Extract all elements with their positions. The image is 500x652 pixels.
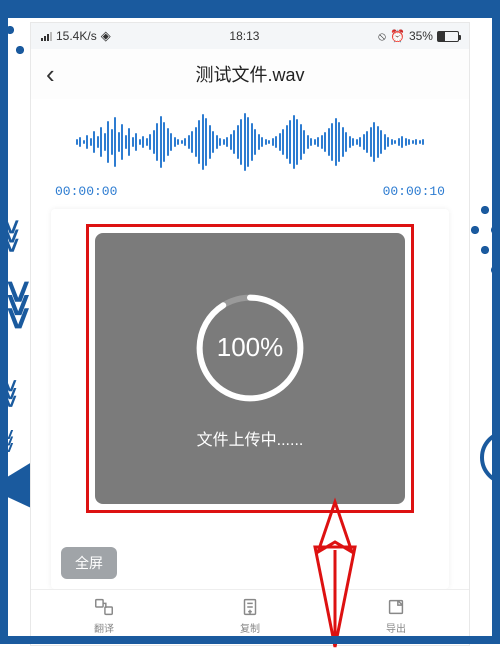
decorative-circle: [480, 430, 500, 485]
dnd-icon: ⦸: [378, 29, 386, 44]
transcript-card: 100% 文件上传中...... 全屏: [51, 209, 449, 589]
tab-label: 导出: [386, 620, 406, 635]
decorative-chevrons: >>>: [0, 219, 25, 247]
decorative-chevrons: >>>: [0, 379, 21, 403]
wifi-icon: ◈: [101, 28, 111, 44]
nav-bar: ‹ 测试文件.wav: [31, 49, 469, 99]
phone-viewport: 15.4K/s ◈ 18:13 ⦸ ⏰ 35% ‹ 测试文件.wav 00:00…: [30, 22, 470, 646]
tab-export[interactable]: 导出: [323, 596, 469, 645]
current-time: 00:00:00: [55, 184, 117, 199]
decorative-chevrons: >>>: [0, 429, 17, 449]
upload-status-text: 文件上传中......: [197, 426, 304, 450]
duration: 00:00:10: [383, 184, 445, 199]
decorative-dots: [465, 200, 500, 400]
content-area: 00:00:00 00:00:10 100% 文件上传中...... 全屏: [31, 99, 469, 589]
copy-icon: [239, 596, 261, 618]
tab-copy[interactable]: 复制: [177, 596, 323, 645]
status-time: 18:13: [229, 29, 259, 43]
back-button[interactable]: ‹: [46, 59, 76, 90]
upload-progress-panel: 100% 文件上传中......: [95, 233, 405, 504]
export-icon: [385, 596, 407, 618]
translate-icon: [93, 596, 115, 618]
bottom-tab-bar: 翻译 复制 导出: [31, 589, 469, 645]
tab-label: 翻译: [94, 620, 114, 635]
battery-icon: [437, 31, 459, 42]
tab-label: 复制: [240, 620, 260, 635]
status-bar: 15.4K/s ◈ 18:13 ⦸ ⏰ 35%: [31, 23, 469, 49]
time-row: 00:00:00 00:00:10: [51, 184, 449, 209]
audio-waveform[interactable]: [51, 99, 449, 184]
fullscreen-button[interactable]: 全屏: [61, 547, 117, 579]
annotation-highlight: 100% 文件上传中......: [86, 224, 414, 513]
signal-icon: [41, 32, 52, 41]
network-speed: 15.4K/s: [56, 29, 97, 43]
alarm-icon: ⏰: [390, 29, 405, 43]
tab-translate[interactable]: 翻译: [31, 596, 177, 645]
page-title: 测试文件.wav: [76, 61, 454, 87]
battery-percent: 35%: [409, 29, 433, 43]
progress-ring: 100%: [190, 288, 310, 408]
